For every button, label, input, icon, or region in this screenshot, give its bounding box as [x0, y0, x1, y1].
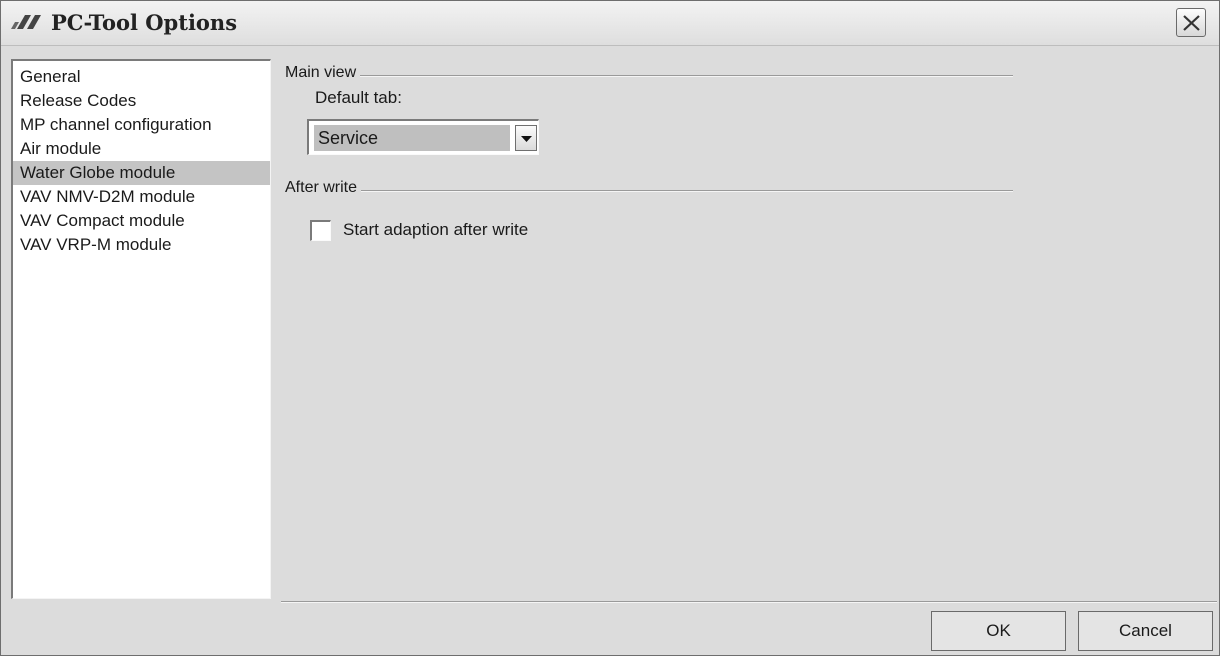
- after-write-divider: [285, 190, 1013, 192]
- after-write-group-title: After write: [285, 179, 362, 197]
- window-title: PC-Tool Options: [51, 10, 238, 35]
- close-button[interactable]: [1176, 8, 1206, 37]
- sidebar-item-vav-compact-module[interactable]: VAV Compact module: [13, 209, 270, 233]
- sidebar-item-vav-vrp-m-module[interactable]: VAV VRP-M module: [13, 233, 270, 257]
- app-logo-icon: [11, 15, 41, 29]
- default-tab-label: Default tab:: [315, 88, 402, 107]
- cancel-button[interactable]: Cancel: [1078, 611, 1213, 651]
- main-view-group-title: Main view: [285, 64, 361, 82]
- dropdown-button[interactable]: [515, 125, 537, 151]
- options-dialog: PC-Tool Options General Release Codes MP…: [0, 0, 1220, 656]
- footer-divider: [281, 601, 1217, 603]
- default-tab-select[interactable]: Service: [307, 119, 539, 155]
- chevron-down-icon: [521, 136, 532, 142]
- category-list[interactable]: General Release Codes MP channel configu…: [11, 59, 271, 599]
- sidebar-item-air-module[interactable]: Air module: [13, 137, 270, 161]
- start-adaption-checkbox[interactable]: [310, 220, 331, 241]
- start-adaption-label[interactable]: Start adaption after write: [343, 220, 528, 240]
- sidebar-item-mp-channel-configuration[interactable]: MP channel configuration: [13, 113, 270, 137]
- ok-button[interactable]: OK: [931, 611, 1066, 651]
- default-tab-value: Service: [314, 125, 510, 151]
- sidebar-item-water-globe-module[interactable]: Water Globe module: [13, 161, 270, 185]
- sidebar-item-general[interactable]: General: [13, 65, 270, 89]
- title-bar[interactable]: PC-Tool Options: [1, 1, 1219, 46]
- sidebar-item-release-codes[interactable]: Release Codes: [13, 89, 270, 113]
- close-icon: [1183, 15, 1200, 31]
- sidebar-item-vav-nmv-d2m-module[interactable]: VAV NMV-D2M module: [13, 185, 270, 209]
- main-view-divider: [285, 75, 1013, 77]
